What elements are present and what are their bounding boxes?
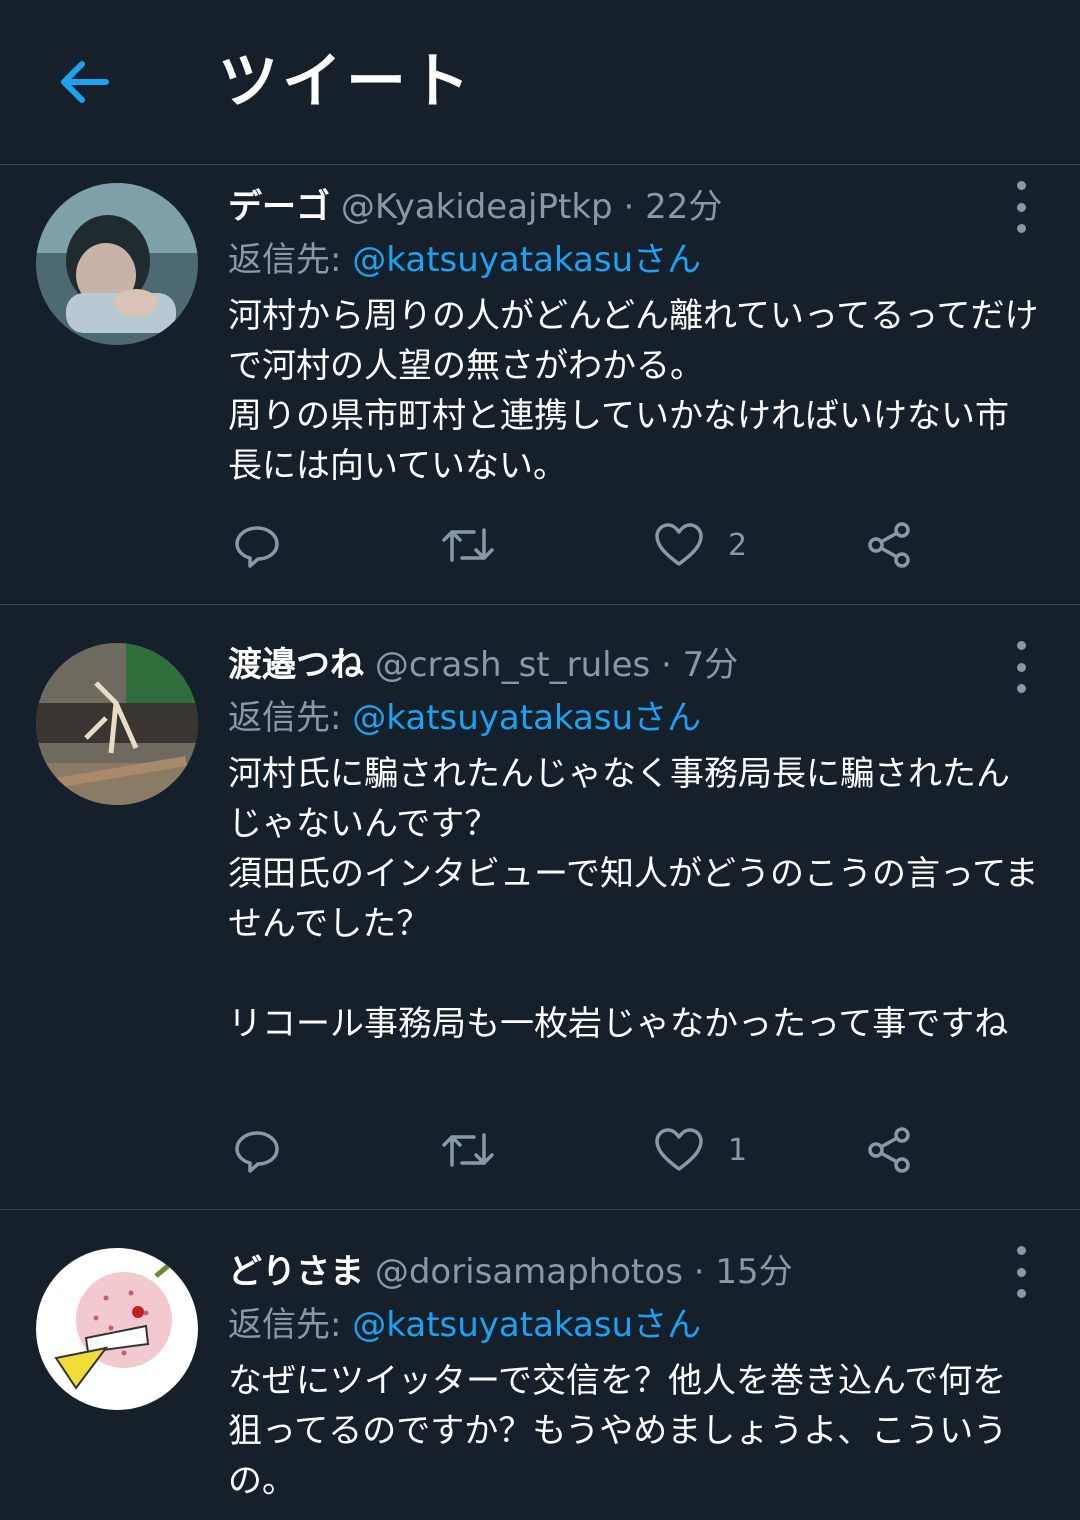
heart-icon [655, 1128, 703, 1171]
tweet-body: どりさま @dorisamaphotos · 15分 返信先: @katsuyat… [228, 1248, 1040, 1506]
arrow-left-icon [61, 61, 109, 103]
timestamp[interactable]: 15分 [715, 1252, 792, 1292]
display-name[interactable]: 渡邉つね [228, 645, 364, 685]
tweet-body: デーゴ @KyakideajPtkp · 22分 返信先: @katsuyatak… [228, 183, 1040, 491]
tweet[interactable]: どりさま @dorisamaphotos · 15分 返信先: @katsuyat… [0, 1210, 1080, 1520]
like-count: 2 [728, 527, 748, 563]
reply-prefix: 返信先: [228, 698, 353, 738]
tweet-body: 渡邉つね @crash_st_rules · 7分 返信先: @katsuyata… [228, 641, 1040, 1049]
share-button[interactable] [864, 515, 914, 575]
timestamp[interactable]: 22分 [645, 187, 722, 227]
tweet-actions: 2 [228, 515, 948, 575]
reply-to: 返信先: @katsuyatakasuさん [228, 1300, 1040, 1350]
reply-mention-link[interactable]: @katsuyatakasuさん [352, 240, 701, 280]
user-handle[interactable]: @crash_st_rules [375, 645, 650, 685]
user-handle[interactable]: @KyakideajPtkp [341, 187, 613, 227]
tweet[interactable]: 渡邉つね @crash_st_rules · 7分 返信先: @katsuyata… [0, 605, 1080, 1210]
share-button[interactable] [864, 1120, 914, 1180]
tweet-meta: デーゴ @KyakideajPtkp · 22分 [228, 183, 1040, 231]
tweet-text: なぜにツイッターで交信を？他人を巻き込んで何を狙ってるのですか？もうやめましょう… [228, 1361, 1008, 1501]
retweet-button[interactable] [440, 515, 496, 575]
user-handle[interactable]: @dorisamaphotos [375, 1252, 683, 1292]
tweet-meta: 渡邉つね @crash_st_rules · 7分 [228, 641, 1040, 689]
reply-icon [235, 526, 279, 568]
avatar[interactable] [36, 1248, 198, 1410]
reply-icon [235, 1131, 279, 1173]
reply-mention-link[interactable]: @katsuyatakasuさん [352, 698, 701, 738]
retweet-icon [442, 528, 494, 562]
tweet-meta: どりさま @dorisamaphotos · 15分 [228, 1248, 1040, 1296]
display-name[interactable]: デーゴ [228, 187, 330, 227]
top-bar: ツイート [0, 0, 1080, 165]
like-button[interactable]: 2 [654, 515, 747, 575]
retweet-icon [442, 1133, 494, 1167]
reply-to: 返信先: @katsuyatakasuさん [228, 235, 1040, 285]
share-icon [868, 522, 910, 568]
page-title: ツイート [218, 47, 474, 117]
back-button[interactable] [52, 50, 116, 114]
avatar[interactable] [36, 183, 198, 345]
separator-dot: · [693, 1252, 705, 1292]
tweet[interactable]: デーゴ @KyakideajPtkp · 22分 返信先: @katsuyatak… [0, 165, 1080, 605]
tweet-text: 河村氏に騙されたんじゃなく事務局長に騙されたんじゃないんです？ 須田氏のインタビ… [228, 754, 1039, 1044]
avatar[interactable] [36, 643, 198, 805]
heart-icon [655, 523, 703, 566]
reply-prefix: 返信先: [228, 240, 353, 280]
display-name[interactable]: どりさま [228, 1252, 364, 1292]
retweet-button[interactable] [440, 1120, 496, 1180]
share-icon [868, 1127, 910, 1173]
timestamp[interactable]: 7分 [683, 645, 739, 685]
separator-dot: · [661, 645, 672, 685]
like-button[interactable]: 1 [654, 1120, 747, 1180]
like-count: 1 [728, 1132, 748, 1168]
reply-button[interactable] [232, 1120, 282, 1180]
reply-to: 返信先: @katsuyatakasuさん [228, 693, 1040, 743]
tweet-actions: 1 [228, 1120, 948, 1180]
separator-dot: · [623, 187, 635, 227]
reply-mention-link[interactable]: @katsuyatakasuさん [352, 1305, 701, 1345]
reply-button[interactable] [232, 515, 282, 575]
reply-prefix: 返信先: [228, 1305, 353, 1345]
tweet-text: 河村から周りの人がどんどん離れていってるってだけで河村の人望の無さがわかる。 周… [228, 296, 1039, 486]
